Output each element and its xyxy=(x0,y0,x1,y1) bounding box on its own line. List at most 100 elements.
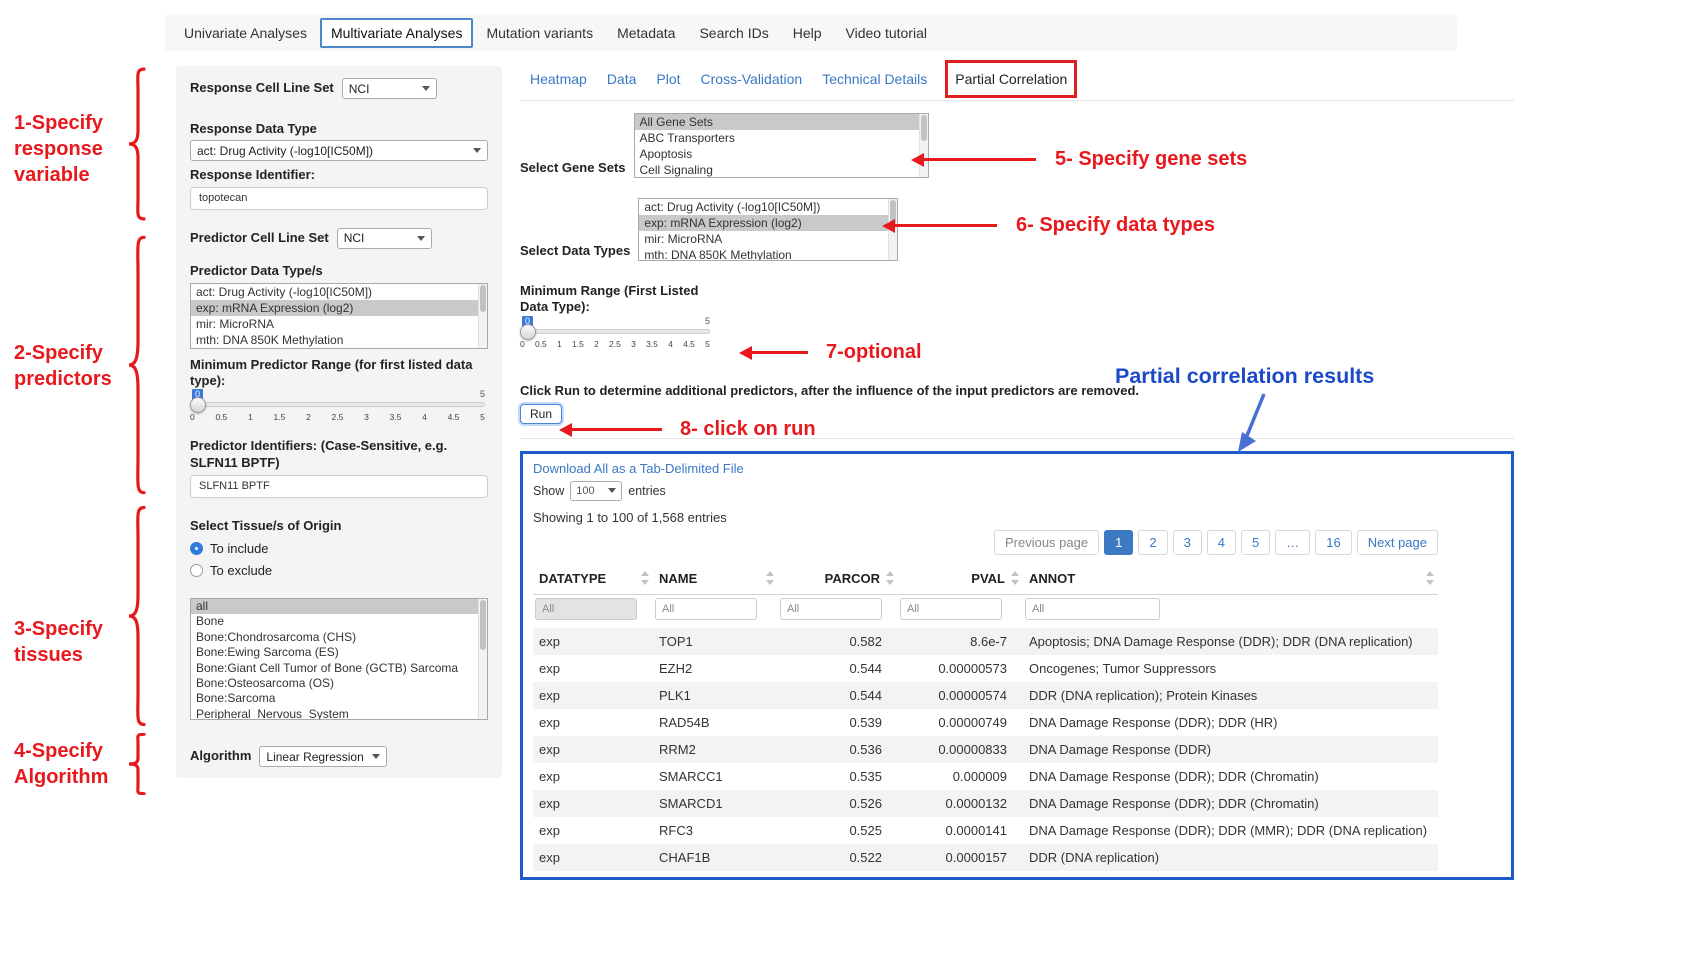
slider-tick-label: 1 xyxy=(557,339,562,349)
column-header-datatype[interactable]: DATATYPE xyxy=(533,563,653,595)
nav-item-video-tutorial[interactable]: Video tutorial xyxy=(835,18,938,48)
listbox-option[interactable]: all xyxy=(191,599,487,614)
scrollbar[interactable] xyxy=(478,599,487,719)
radio-to-include[interactable]: To include xyxy=(190,541,488,556)
pagination-page-button[interactable]: 5 xyxy=(1241,530,1270,555)
listbox-option[interactable]: Bone:Ewing Sarcoma (ES) xyxy=(191,645,487,660)
scrollbar[interactable] xyxy=(478,284,487,348)
predictor-cell-line-set-select[interactable]: NCI xyxy=(337,228,432,249)
gene-sets-listbox[interactable]: All Gene SetsABC TransportersApoptosisCe… xyxy=(634,113,929,178)
listbox-option[interactable]: Bone xyxy=(191,614,487,629)
listbox-option[interactable]: All Gene Sets xyxy=(635,114,928,130)
filter-input-parcor[interactable] xyxy=(780,598,882,620)
pagination-page-button[interactable]: 4 xyxy=(1207,530,1236,555)
cell-datatype: exp xyxy=(533,682,653,709)
listbox-option[interactable]: Peripheral_Nervous_System xyxy=(191,707,487,720)
slider-tick-label: 0 xyxy=(520,339,525,349)
nav-item-univariate-analyses[interactable]: Univariate Analyses xyxy=(173,18,318,48)
arrow-7-icon xyxy=(752,351,808,354)
download-link[interactable]: Download All as a Tab-Delimited File xyxy=(533,461,744,476)
nav-item-help[interactable]: Help xyxy=(782,18,833,48)
listbox-option[interactable]: mth: DNA 850K Methylation xyxy=(191,332,487,348)
tab-plot[interactable]: Plot xyxy=(646,62,690,96)
pagination-page-button[interactable]: 2 xyxy=(1138,530,1167,555)
column-header-annot[interactable]: ANNOT xyxy=(1023,563,1438,595)
response-data-type-select[interactable]: act: Drug Activity (-log10[IC50M]) xyxy=(190,140,488,161)
listbox-option[interactable]: Bone:Giant Cell Tumor of Bone (GCTB) Sar… xyxy=(191,661,487,676)
tissue-listbox[interactable]: allBoneBone:Chondrosarcoma (CHS)Bone:Ewi… xyxy=(190,598,488,720)
sort-icon[interactable] xyxy=(886,571,895,585)
column-header-pval[interactable]: PVAL xyxy=(898,563,1023,595)
scrollbar[interactable] xyxy=(919,114,928,177)
nav-item-mutation-variants[interactable]: Mutation variants xyxy=(475,18,604,48)
tab-heatmap[interactable]: Heatmap xyxy=(520,62,597,96)
result-row: expCHAF1B0.5220.0000157DDR (DNA replicat… xyxy=(533,844,1438,871)
entries-select[interactable]: 100 xyxy=(570,481,622,501)
pagination-page-button[interactable]: … xyxy=(1275,530,1310,555)
listbox-option[interactable]: act: Drug Activity (-log10[IC50M]) xyxy=(191,284,487,300)
next-page-button[interactable]: Next page xyxy=(1357,530,1438,555)
filter-input-name[interactable] xyxy=(655,598,757,620)
radio-unselected-icon[interactable] xyxy=(190,564,203,577)
scrollbar-thumb[interactable] xyxy=(480,285,486,312)
slider-tick-label: 4.5 xyxy=(683,339,695,349)
listbox-option[interactable]: Cell Signaling xyxy=(635,162,928,178)
listbox-option[interactable]: Apoptosis xyxy=(635,146,928,162)
listbox-option[interactable]: Bone:Osteosarcoma (OS) xyxy=(191,676,487,691)
nav-item-metadata[interactable]: Metadata xyxy=(606,18,686,48)
show-label: Show xyxy=(533,484,564,498)
min-range-slider[interactable]: 0 5 00.511.522.533.544.55 xyxy=(520,316,710,349)
chevron-down-icon xyxy=(608,488,616,493)
listbox-option[interactable]: exp: mRNA Expression (log2) xyxy=(191,300,487,316)
cell-pval: 0.00000574 xyxy=(898,682,1023,709)
header-row: DATATYPENAMEPARCORPVALANNOT xyxy=(533,563,1438,595)
tab-technical-details[interactable]: Technical Details xyxy=(812,62,937,96)
results-title-annotation: Partial correlation results xyxy=(1115,364,1374,389)
algorithm-select[interactable]: Linear Regression xyxy=(259,746,387,767)
filter-input-annot[interactable] xyxy=(1025,598,1160,620)
listbox-option[interactable]: mir: MicroRNA xyxy=(639,231,897,247)
listbox-option[interactable]: Bone:Chondrosarcoma (CHS) xyxy=(191,630,487,645)
listbox-option[interactable]: act: Drug Activity (-log10[IC50M]) xyxy=(639,199,897,215)
predictor-identifiers-input[interactable] xyxy=(190,475,488,498)
run-button[interactable]: Run xyxy=(520,404,562,424)
tab-partial-correlation[interactable]: Partial Correlation xyxy=(945,60,1077,98)
response-identifier-input[interactable] xyxy=(190,187,488,210)
response-cell-line-set-select[interactable]: NCI xyxy=(342,78,437,99)
listbox-option[interactable]: mth: DNA 850K Methylation xyxy=(639,247,897,261)
sort-icon[interactable] xyxy=(766,571,775,585)
column-header-name[interactable]: NAME xyxy=(653,563,778,595)
pagination-page-button[interactable]: 3 xyxy=(1173,530,1202,555)
listbox-option[interactable]: Bone:Sarcoma xyxy=(191,691,487,706)
slider-track[interactable] xyxy=(520,329,710,334)
scrollbar-thumb[interactable] xyxy=(480,600,486,650)
scrollbar-thumb[interactable] xyxy=(921,115,927,141)
tab-data[interactable]: Data xyxy=(597,62,647,96)
pagination-page-button[interactable]: 1 xyxy=(1104,530,1133,555)
listbox-option[interactable]: exp: mRNA Expression (log2) xyxy=(639,215,897,231)
nav-item-multivariate-analyses[interactable]: Multivariate Analyses xyxy=(320,18,474,48)
slider-handle[interactable] xyxy=(190,397,206,413)
tab-cross-validation[interactable]: Cross-Validation xyxy=(691,62,813,96)
sort-icon[interactable] xyxy=(1011,571,1020,585)
sort-icon[interactable] xyxy=(1426,571,1435,585)
nav-item-search-ids[interactable]: Search IDs xyxy=(688,18,779,48)
filter-input-pval[interactable] xyxy=(900,598,1002,620)
radio-to-exclude[interactable]: To exclude xyxy=(190,563,488,578)
slider-track[interactable] xyxy=(190,402,485,407)
data-types-listbox[interactable]: act: Drug Activity (-log10[IC50M])exp: m… xyxy=(638,198,898,261)
pagination-page-button[interactable]: 16 xyxy=(1315,530,1351,555)
previous-page-button[interactable]: Previous page xyxy=(994,530,1099,555)
predictor-data-types-listbox[interactable]: act: Drug Activity (-log10[IC50M])exp: m… xyxy=(190,283,488,349)
filter-input-datatype[interactable] xyxy=(535,598,637,620)
slider-handle[interactable] xyxy=(520,324,536,340)
annotation-1: 1-Specify response variable xyxy=(14,110,118,188)
sort-icon[interactable] xyxy=(641,571,650,585)
cell-name: CHAF1B xyxy=(653,844,778,871)
listbox-option[interactable]: ABC Transporters xyxy=(635,130,928,146)
radio-selected-icon[interactable] xyxy=(190,542,203,555)
min-predictor-range-slider[interactable]: 0 5 00.511.522.533.544.55 xyxy=(190,389,485,422)
listbox-option[interactable]: mir: MicroRNA xyxy=(191,316,487,332)
slider-ticks: 00.511.522.533.544.55 xyxy=(520,339,710,349)
column-header-parcor[interactable]: PARCOR xyxy=(778,563,898,595)
